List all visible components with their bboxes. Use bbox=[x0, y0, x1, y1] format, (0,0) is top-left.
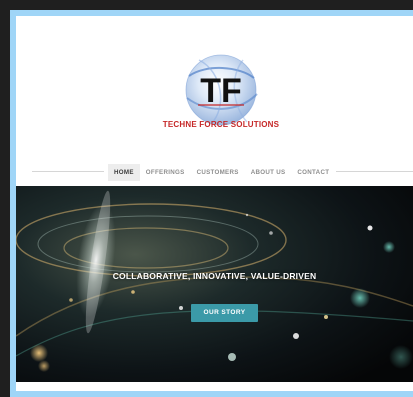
hero-headline: COLLABORATIVE, INNOVATIVE, VALUE-DRIVEN bbox=[112, 271, 317, 281]
nav-item-customers[interactable]: CUSTOMERS bbox=[191, 164, 245, 181]
nav-divider-right bbox=[336, 171, 413, 172]
our-story-button[interactable]: OUR STORY bbox=[191, 304, 258, 322]
globe-logo-icon: TF bbox=[185, 54, 258, 126]
nav-menu: HOME OFFERINGS CUSTOMERS ABOUT US CONTAC… bbox=[108, 163, 335, 181]
galaxy-background-image bbox=[16, 186, 413, 382]
nav-item-offerings[interactable]: OFFERINGS bbox=[140, 164, 191, 181]
nav-item-contact[interactable]: CONTACT bbox=[291, 164, 335, 181]
browser-frame: TF TECHNE FORCE SOLUTIONS HOME OFFERINGS… bbox=[10, 10, 413, 397]
logo-initials: TF bbox=[200, 72, 242, 110]
web-page: TF TECHNE FORCE SOLUTIONS HOME OFFERINGS… bbox=[16, 16, 413, 391]
company-name: TECHNE FORCE SOLUTIONS bbox=[162, 120, 280, 129]
nav-item-about-us[interactable]: ABOUT US bbox=[245, 164, 292, 181]
nav-item-home[interactable]: HOME bbox=[108, 163, 140, 181]
hero-banner: COLLABORATIVE, INNOVATIVE, VALUE-DRIVEN … bbox=[16, 186, 413, 382]
nav-divider-left bbox=[32, 171, 104, 172]
main-navigation: HOME OFFERINGS CUSTOMERS ABOUT US CONTAC… bbox=[16, 162, 413, 182]
site-logo[interactable]: TF TECHNE FORCE SOLUTIONS bbox=[151, 42, 291, 152]
